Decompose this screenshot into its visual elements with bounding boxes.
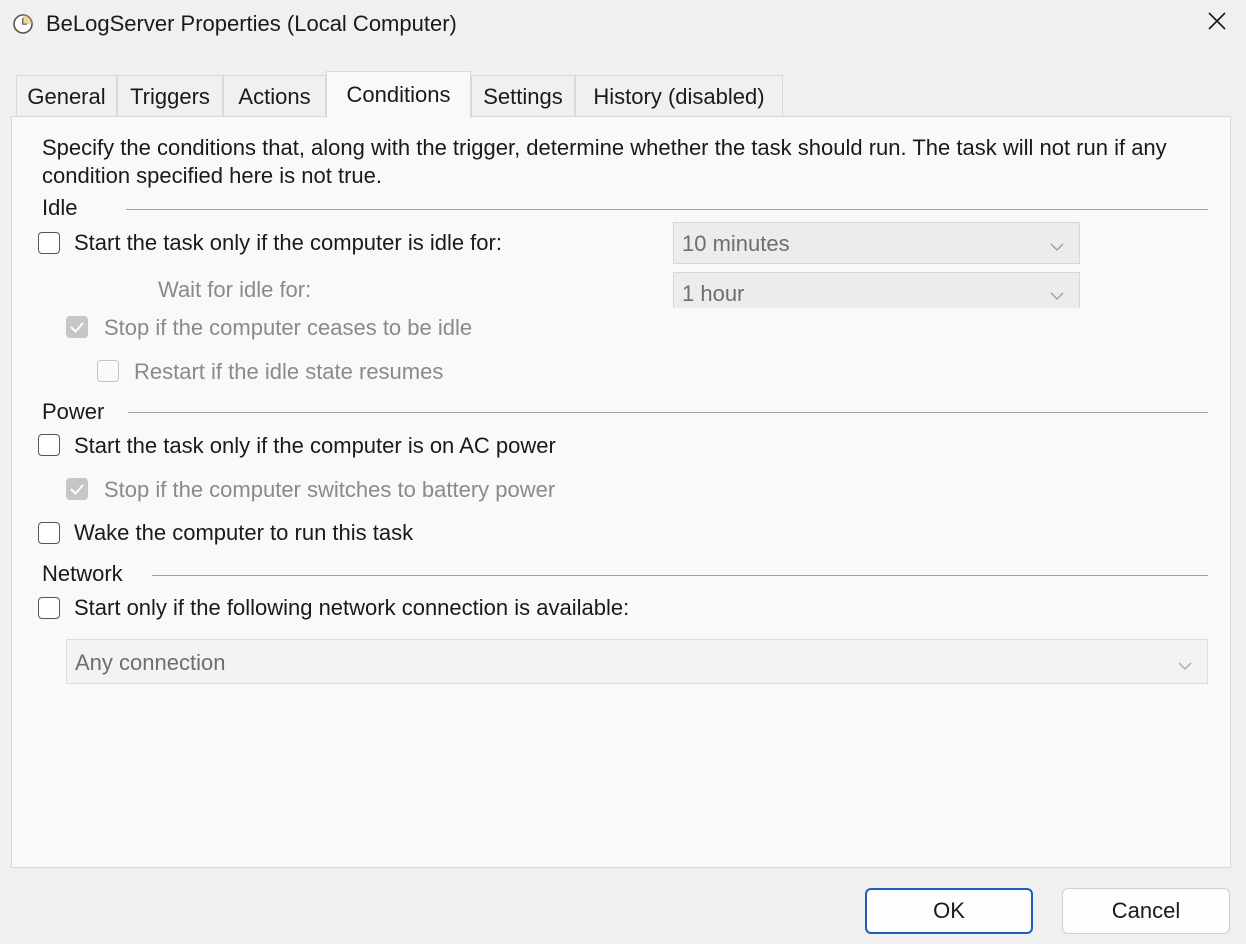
tab-actions[interactable]: Actions	[223, 75, 326, 117]
idle-duration-value: 10 minutes	[682, 231, 790, 256]
network-group-label: Network	[42, 561, 133, 587]
chevron-down-icon	[1049, 235, 1065, 261]
network-connection-value: Any connection	[75, 650, 226, 675]
tab-settings[interactable]: Settings	[471, 75, 575, 117]
start-if-network-checkbox[interactable]	[38, 597, 60, 619]
network-group-divider	[152, 575, 1208, 576]
idle-group-label: Idle	[42, 195, 88, 221]
start-if-network-label[interactable]: Start only if the following network conn…	[74, 595, 629, 621]
close-icon	[1206, 10, 1228, 37]
start-on-ac-checkbox[interactable]	[38, 434, 60, 456]
chevron-down-icon	[1177, 654, 1193, 680]
tab-triggers[interactable]: Triggers	[117, 75, 223, 117]
title-bar: BeLogServer Properties (Local Computer)	[0, 0, 1246, 52]
conditions-description: Specify the conditions that, along with …	[42, 135, 1167, 188]
close-button[interactable]	[1188, 0, 1246, 46]
idle-group-divider	[126, 209, 1208, 210]
window-title: BeLogServer Properties (Local Computer)	[46, 11, 457, 36]
stop-if-ceases-checkbox	[66, 316, 88, 338]
restart-if-resumes-checkbox	[97, 360, 119, 382]
start-on-ac-label[interactable]: Start the task only if the computer is o…	[74, 433, 556, 459]
wait-duration-value: 1 hour	[682, 281, 745, 306]
start-if-idle-label[interactable]: Start the task only if the computer is i…	[74, 230, 502, 256]
restart-if-resumes-label: Restart if the idle state resumes	[134, 359, 444, 384]
network-connection-select: Any connection	[66, 639, 1208, 684]
stop-on-battery-checkbox	[66, 478, 88, 500]
power-group-divider	[128, 412, 1208, 413]
idle-duration-select: 10 minutes	[673, 222, 1080, 264]
ok-button[interactable]: OK	[865, 888, 1033, 934]
tab-history[interactable]: History (disabled)	[575, 75, 783, 117]
start-if-idle-checkbox[interactable]	[38, 232, 60, 254]
power-group-label: Power	[42, 399, 115, 425]
wait-for-idle-label: Wait for idle for:	[158, 277, 312, 302]
cancel-button[interactable]: Cancel	[1062, 888, 1230, 934]
chevron-down-icon	[1049, 284, 1065, 310]
stop-on-battery-label: Stop if the computer switches to battery…	[104, 477, 556, 502]
stop-if-ceases-label: Stop if the computer ceases to be idle	[104, 315, 473, 340]
clock-icon	[12, 13, 34, 35]
wait-duration-select: 1 hour	[673, 272, 1080, 308]
tab-general[interactable]: General	[16, 75, 117, 117]
tab-conditions[interactable]: Conditions	[326, 71, 471, 118]
wake-to-run-label[interactable]: Wake the computer to run this task	[74, 520, 413, 546]
wake-to-run-checkbox[interactable]	[38, 522, 60, 544]
